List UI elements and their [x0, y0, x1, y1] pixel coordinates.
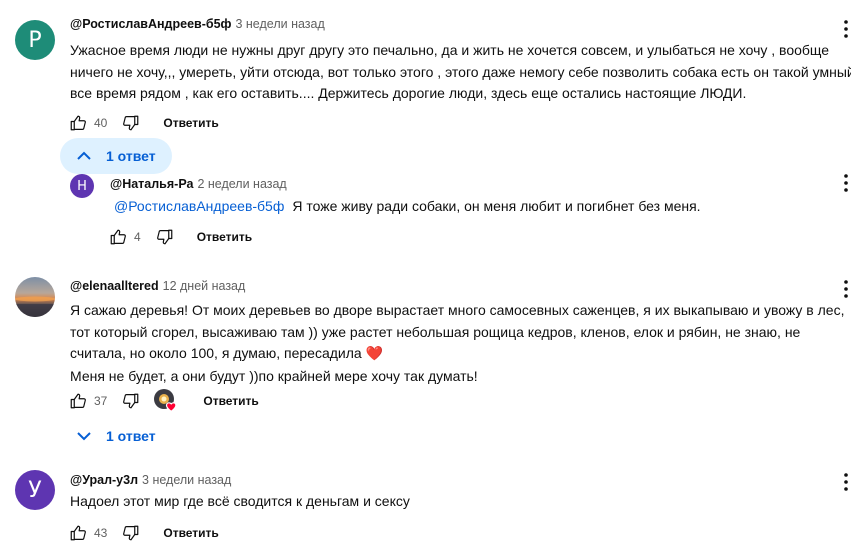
reply-button[interactable]: Ответить	[203, 394, 258, 408]
comment-text: Надоел этот мир где всё сводится к деньг…	[70, 493, 410, 509]
replies-toggle[interactable]: 1 ответ	[60, 418, 172, 454]
more-vert-icon[interactable]	[836, 17, 851, 41]
comment-time[interactable]: 2 недели назад	[197, 177, 286, 191]
chevron-down-icon	[77, 432, 91, 441]
reply-button[interactable]: Ответить	[163, 526, 218, 540]
thumbs-down-icon[interactable]	[121, 391, 141, 411]
comment-header: @РостиславАндреев-б5ф 3 недели назад	[70, 17, 325, 31]
comment-time[interactable]: 3 недели назад	[235, 17, 324, 31]
like-count: 4	[134, 230, 141, 244]
author-name[interactable]: @Урал-у3л	[70, 473, 138, 487]
avatar-photo	[15, 296, 55, 317]
thumbs-up-icon[interactable]	[108, 227, 128, 247]
thumbs-up-icon[interactable]	[68, 391, 88, 411]
comment-text: Я сажаю деревья! От моих деревьев во дво…	[70, 302, 845, 384]
thumbs-down-icon[interactable]	[121, 113, 141, 133]
more-vert-icon[interactable]	[836, 171, 851, 195]
like-count: 43	[94, 526, 108, 540]
replies-count: 1 ответ	[106, 148, 156, 164]
thumbs-up-icon[interactable]	[68, 523, 88, 543]
comment-time[interactable]: 3 недели назад	[142, 473, 231, 487]
comment-header: @Урал-у3л 3 недели назад	[70, 473, 231, 487]
comment-header: @elenaalltered 12 дней назад	[70, 279, 245, 293]
more-vert-icon[interactable]	[836, 277, 851, 301]
heart-emoji: ❤️	[365, 346, 383, 362]
like-count: 37	[94, 394, 108, 408]
avatar[interactable]: Р	[15, 20, 55, 60]
author-name[interactable]: @elenaalltered	[70, 279, 159, 293]
comment-text: @РостиславАндреев-б5ф Я тоже живу ради со…	[114, 198, 701, 214]
reply-button[interactable]: Ответить	[197, 230, 252, 244]
creator-heart-icon	[153, 388, 179, 414]
comment-actions: 43 Ответить	[68, 521, 219, 545]
comment-header: @Наталья-Ра 2 недели назад	[110, 177, 287, 191]
comment-time[interactable]: 12 дней назад	[163, 279, 246, 293]
comment-actions: 40 Ответить	[68, 111, 219, 135]
mention-link[interactable]: @РостиславАндреев-б5ф	[114, 198, 284, 214]
avatar[interactable]: Н	[70, 174, 94, 198]
comment-text: Ужасное время люди не нужны друг другу э…	[70, 42, 851, 101]
avatar[interactable]	[15, 277, 55, 317]
author-name[interactable]: @Наталья-Ра	[110, 177, 193, 191]
thumbs-down-icon[interactable]	[121, 523, 141, 543]
like-count: 40	[94, 116, 108, 130]
thumbs-up-icon[interactable]	[68, 113, 88, 133]
comment-actions: 4 Ответить	[108, 225, 252, 249]
reply-button[interactable]: Ответить	[163, 116, 218, 130]
more-vert-icon[interactable]	[836, 470, 851, 494]
chevron-up-icon	[77, 151, 91, 160]
replies-count: 1 ответ	[106, 428, 156, 444]
author-name[interactable]: @РостиславАндреев-б5ф	[70, 17, 231, 31]
replies-toggle[interactable]: 1 ответ	[60, 138, 172, 174]
thumbs-down-icon[interactable]	[155, 227, 175, 247]
avatar[interactable]: У	[15, 470, 55, 510]
